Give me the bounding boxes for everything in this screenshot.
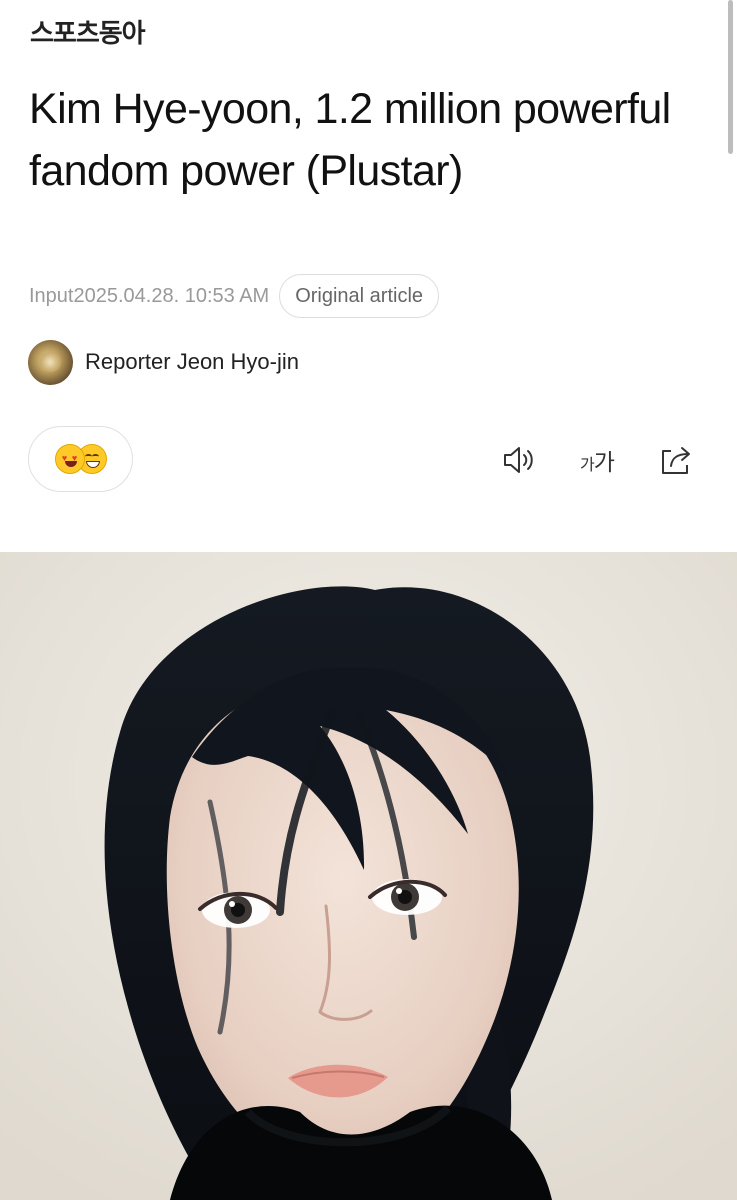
speaker-button[interactable]	[501, 442, 537, 478]
share-icon	[662, 447, 690, 474]
original-article-label: Original article	[295, 284, 424, 307]
article-photo[interactable]	[0, 552, 737, 1200]
article-toolbar: 가가	[501, 440, 693, 480]
article-headline: Kim Hye-yoon, 1.2 million powerful fando…	[29, 85, 671, 195]
article-meta: Input2025.04.28. 10:53 AM Original artic…	[29, 274, 440, 318]
heart-eyes-emoji-icon: ♥ ♥	[54, 444, 85, 474]
reporter-byline[interactable]: Reporter Jeon Hyo-jin	[28, 339, 299, 385]
share-button[interactable]	[657, 442, 693, 478]
publish-time: Input2025.04.28. 10:53 AM	[29, 285, 269, 308]
speaker-icon	[504, 447, 533, 473]
article-page: 스포츠동아 Kim Hye-yoon, 1.2 million powerful…	[0, 0, 737, 1200]
font-size-small-label: 가	[580, 455, 595, 474]
original-article-button[interactable]: Original article	[279, 274, 440, 318]
font-size-large-label: 가	[593, 450, 615, 476]
reporter-name: Reporter Jeon Hyo-jin	[85, 349, 299, 374]
publication-logo[interactable]: 스포츠동아	[30, 14, 146, 49]
reaction-button[interactable]: ♥ ♥	[28, 426, 133, 492]
font-size-button[interactable]: 가가	[579, 442, 615, 478]
font-size-icon: 가가	[580, 443, 615, 477]
input-label: Input	[29, 284, 74, 307]
publish-date: 2025.04.28. 10:53 AM	[73, 284, 270, 307]
page-scrollbar[interactable]	[728, 0, 733, 154]
logo-text: 스포츠동아	[30, 18, 146, 49]
reporter-avatar	[28, 339, 73, 385]
portrait-image	[0, 552, 737, 1200]
